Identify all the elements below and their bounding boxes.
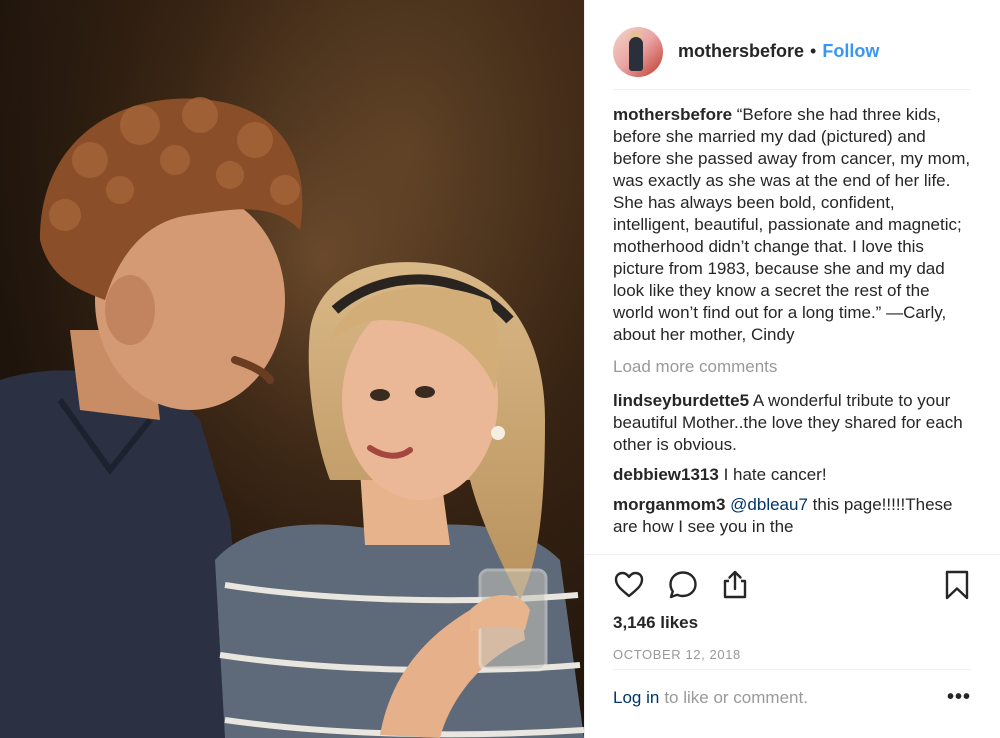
caption-text: “Before she had three kids, before she m…: [613, 105, 971, 344]
login-prompt-text: to like or comment.: [664, 687, 808, 707]
comment-text: I hate cancer!: [723, 465, 827, 484]
caption-username-link[interactable]: mothersbefore: [613, 105, 732, 124]
comment-username-link[interactable]: debbiew1313: [613, 465, 719, 484]
comment-item: debbiew1313 I hate cancer!: [613, 464, 973, 486]
action-icons-row: [613, 569, 973, 601]
header-username-link[interactable]: mothersbefore: [678, 41, 804, 62]
comment-item: morganmom3 @dbleau7 this page!!!!!These …: [613, 494, 973, 538]
post-actions: 3,146 likes OCTOBER 12, 2018 Log in to l…: [585, 554, 1000, 708]
photo-illustration: [0, 0, 584, 738]
comment-username-link[interactable]: morganmom3: [613, 495, 725, 514]
post-photo[interactable]: [0, 0, 584, 738]
login-link[interactable]: Log in: [613, 688, 659, 708]
share-icon[interactable]: [719, 569, 751, 601]
post-header: mothersbefore • Follow: [613, 14, 970, 90]
comment-mention-link[interactable]: @dbleau7: [730, 495, 808, 514]
avatar-figure: [629, 36, 643, 71]
more-options-button[interactable]: •••: [947, 686, 971, 709]
post-date: OCTOBER 12, 2018: [613, 647, 741, 662]
comment-icon[interactable]: [667, 569, 699, 601]
likes-count[interactable]: 3,146 likes: [613, 613, 698, 633]
post-caption: mothersbefore “Before she had three kids…: [613, 104, 973, 346]
post-window: mothersbefore • Follow mothersbefore “Be…: [0, 0, 1000, 738]
follow-button[interactable]: Follow: [822, 41, 879, 62]
post-details-panel: mothersbefore • Follow mothersbefore “Be…: [584, 0, 1000, 738]
avatar[interactable]: [613, 26, 663, 77]
bookmark-icon[interactable]: [941, 569, 973, 601]
load-more-comments-button[interactable]: Load more comments: [613, 356, 973, 378]
comments-list[interactable]: mothersbefore “Before she had three kids…: [613, 104, 973, 554]
comment-username-link[interactable]: lindseyburdette5: [613, 391, 749, 410]
login-prompt: Log in to like or comment. •••: [613, 669, 971, 725]
comment-item: lindseyburdette5 A wonderful tribute to …: [613, 390, 973, 456]
header-separator: •: [810, 41, 817, 61]
heart-icon[interactable]: [613, 569, 645, 601]
